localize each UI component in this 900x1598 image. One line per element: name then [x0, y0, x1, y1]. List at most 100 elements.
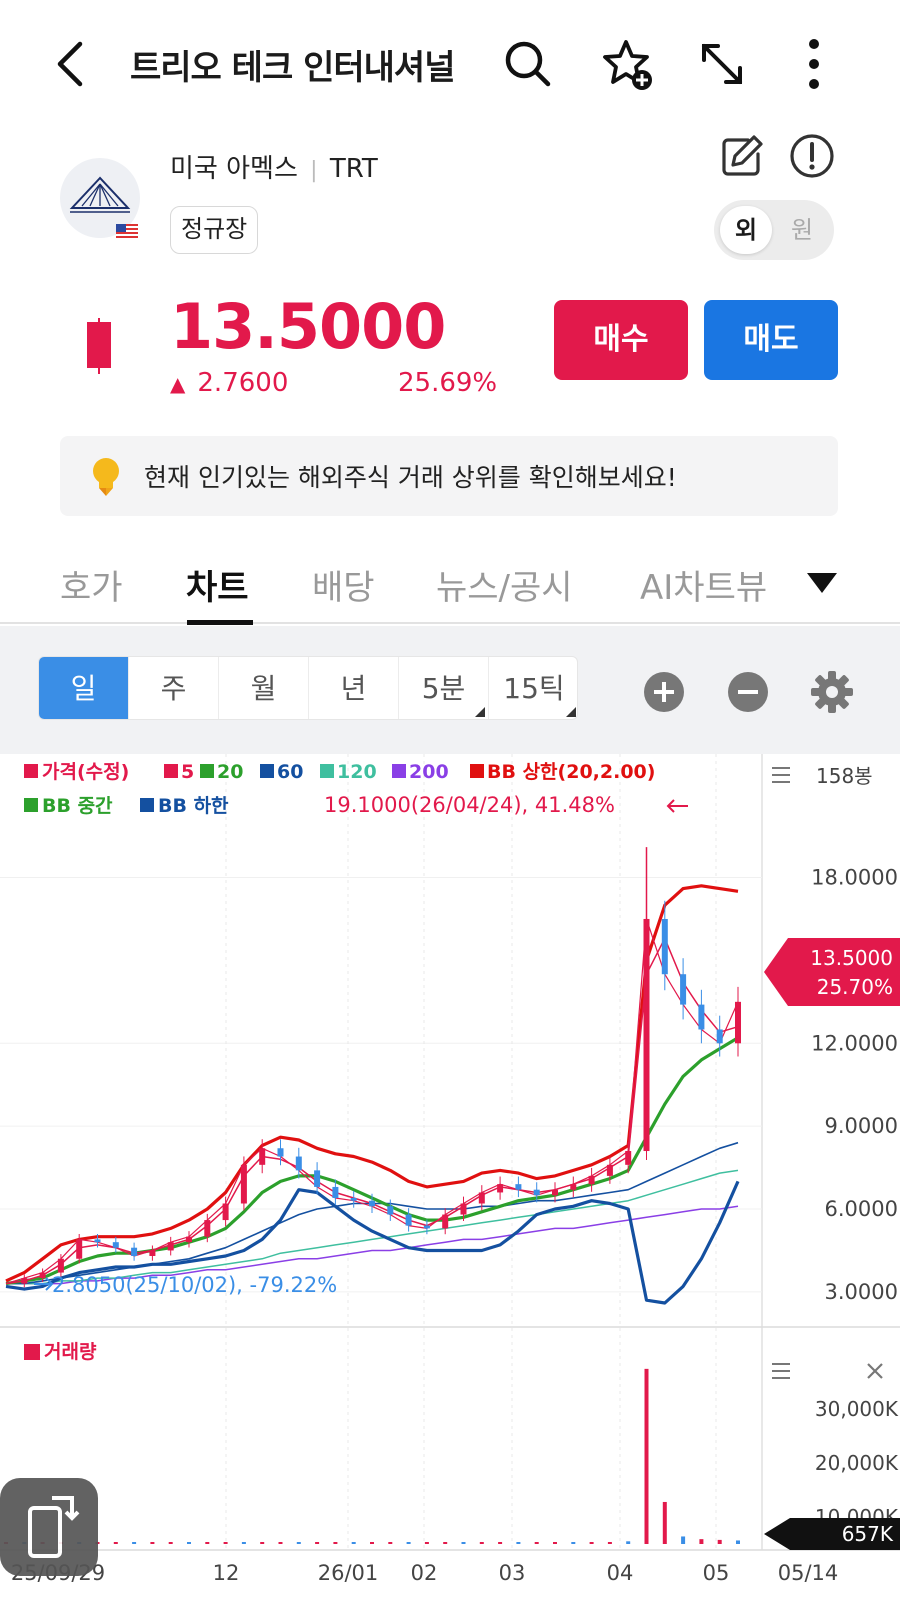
volume-bar: [571, 1542, 576, 1544]
candle-body: [295, 1156, 302, 1171]
x-axis-label: 02: [411, 1561, 438, 1585]
session-badge: 정규장: [170, 206, 259, 254]
toggle-won[interactable]: 원: [776, 206, 828, 254]
candle-body: [149, 1250, 156, 1256]
edit-icon[interactable]: [718, 132, 766, 180]
period-15tick-label: 15틱: [503, 672, 565, 705]
volume-bar: [681, 1536, 686, 1544]
candle-body: [186, 1236, 192, 1243]
tab-chart[interactable]: 차트: [186, 560, 249, 609]
candle-body: [387, 1206, 394, 1215]
x-axis-label: 05/14: [778, 1561, 839, 1585]
period-5min[interactable]: 5분: [399, 657, 489, 719]
volume-bar: [406, 1542, 411, 1544]
volume-bar: [113, 1542, 118, 1544]
tab-orderbook[interactable]: 호가: [60, 560, 123, 609]
candle-body: [442, 1214, 449, 1229]
period-week[interactable]: 주: [129, 657, 219, 719]
expand-icon[interactable]: [694, 36, 750, 92]
tab-dropdown-icon[interactable]: [806, 572, 838, 594]
x-axis-label: 04: [607, 1561, 634, 1585]
toggle-foreign-currency[interactable]: 외: [720, 206, 772, 254]
volume-bar: [333, 1542, 338, 1544]
volume-bar: [644, 1368, 649, 1544]
candle-body: [167, 1242, 174, 1251]
active-tab-indicator: [187, 620, 253, 625]
tag-percent: 25.70%: [817, 975, 893, 999]
period-15tick[interactable]: 15틱: [489, 657, 577, 719]
candle-body: [735, 1001, 741, 1044]
zoom-in-icon[interactable]: [642, 670, 686, 714]
x-axis-label: 12: [213, 1561, 240, 1585]
promo-banner[interactable]: 현재 인기있는 해외주식 거래 상위를 확인해보세요!: [60, 436, 838, 516]
y-tick-label: 6.0000: [825, 1197, 898, 1221]
legend-swatch-bb-upper: [470, 764, 484, 778]
chart-background: [0, 754, 900, 1598]
currency-toggle[interactable]: 외 원: [714, 200, 834, 260]
more-menu-icon[interactable]: [786, 36, 842, 92]
settings-gear-icon[interactable]: [810, 670, 854, 714]
volume-bar: [699, 1539, 704, 1544]
page-title: 트리오 테크 인터내셔널: [130, 48, 455, 88]
candle-body: [698, 1004, 705, 1030]
period-month[interactable]: 월: [219, 657, 309, 719]
legend-ma60: 60: [277, 761, 303, 783]
period-year[interactable]: 년: [309, 657, 399, 719]
volume-bar: [443, 1542, 448, 1544]
volume-bar: [132, 1542, 137, 1544]
volume-bar: [315, 1542, 320, 1544]
legend-swatch-ma60: [260, 764, 274, 778]
candle-body: [222, 1203, 229, 1221]
candle-body: [423, 1225, 430, 1229]
current-price: 13.5000: [170, 290, 446, 363]
legend-swatch-bb-lower: [140, 798, 154, 812]
us-flag-icon: [116, 224, 138, 239]
volume-bar: [370, 1542, 374, 1544]
bar-count-label: 158봉: [816, 764, 873, 788]
volume-tick-30000k: 30,000K: [815, 1397, 899, 1421]
volume-bar: [607, 1542, 612, 1544]
volume-bar: [223, 1542, 228, 1544]
volume-bar: [205, 1542, 210, 1544]
y-tick-label: 18.0000: [811, 866, 898, 890]
volume-bar: [461, 1542, 466, 1544]
tab-dividend[interactable]: 배당: [312, 560, 375, 609]
candle-body: [314, 1170, 321, 1187]
candle-body: [716, 1029, 723, 1044]
rotate-screen-button[interactable]: [0, 1478, 98, 1576]
candle-body: [57, 1258, 64, 1273]
candle-body: [39, 1272, 46, 1279]
volume-current-value: 657K: [842, 1522, 894, 1546]
volume-bar: [150, 1542, 155, 1544]
candle-body: [460, 1203, 467, 1215]
change-percent: 25.69%: [398, 368, 498, 398]
app-header: 트리오 테크 인터내셔널: [0, 0, 900, 128]
tab-ai-chart[interactable]: AI차트뷰: [640, 560, 767, 609]
volume-bar: [498, 1542, 503, 1544]
candle-icon: [87, 318, 111, 374]
candle-body: [552, 1189, 558, 1196]
candle-body: [21, 1278, 28, 1284]
back-arrow-icon[interactable]: [48, 36, 92, 92]
warning-info-icon[interactable]: [788, 132, 836, 180]
tab-news[interactable]: 뉴스/공시: [436, 560, 573, 609]
search-icon[interactable]: [500, 36, 556, 92]
sell-button[interactable]: 매도: [704, 300, 838, 380]
stock-chart[interactable]: 가격(수정) 5 20 60 120 200 BB 상한(20,2.00) BB…: [0, 754, 900, 1598]
volume-bar: [589, 1542, 594, 1544]
zoom-out-icon[interactable]: [726, 670, 770, 714]
volume-bar: [516, 1542, 521, 1544]
divider: |: [310, 158, 318, 183]
candle-body: [515, 1184, 522, 1190]
up-triangle-icon: ▲: [170, 372, 186, 396]
favorite-add-icon[interactable]: [600, 36, 656, 92]
x-axis-label: 03: [499, 1561, 526, 1585]
candle-body: [478, 1192, 485, 1204]
max-price-annotation: 19.1000(26/04/24), 41.48%: [324, 793, 615, 817]
period-day[interactable]: 일: [39, 657, 129, 719]
candle-body: [240, 1164, 247, 1204]
legend-bb-mid: BB 중간: [42, 795, 113, 817]
market-ticker: 미국 아멕스 | TRT: [170, 148, 378, 185]
buy-button[interactable]: 매수: [554, 300, 688, 380]
legend-ma200: 200: [409, 761, 449, 783]
